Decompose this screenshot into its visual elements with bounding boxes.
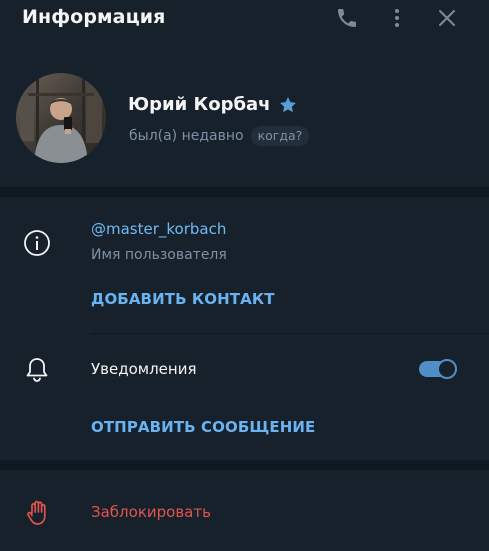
close-button[interactable] bbox=[433, 4, 461, 32]
username-link[interactable]: @master_korbach bbox=[91, 220, 226, 238]
header: Информация bbox=[0, 0, 489, 40]
send-message-button[interactable]: ОТПРАВИТЬ СООБЩЕНИЕ bbox=[91, 418, 315, 436]
username-caption: Имя пользователя bbox=[91, 247, 227, 263]
more-button[interactable] bbox=[383, 4, 411, 32]
block-button[interactable]: Заблокировать bbox=[91, 503, 211, 521]
phone-icon bbox=[338, 9, 356, 27]
star-icon bbox=[278, 95, 298, 115]
close-icon bbox=[439, 10, 455, 26]
more-vertical-icon bbox=[395, 9, 399, 27]
notifications-label: Уведомления bbox=[91, 360, 197, 378]
info-icon bbox=[22, 228, 52, 258]
section-separator bbox=[0, 460, 489, 470]
divider bbox=[91, 333, 489, 334]
avatar[interactable] bbox=[16, 73, 106, 163]
status-row: был(а) недавно когда? bbox=[129, 126, 310, 146]
profile-section: Юрий Корбач был(а) недавно когда? bbox=[0, 40, 489, 187]
add-contact-button[interactable]: ДОБАВИТЬ КОНТАКТ bbox=[91, 290, 275, 308]
last-seen-status: был(а) недавно bbox=[129, 128, 244, 144]
section-separator bbox=[0, 187, 489, 197]
bell-icon bbox=[24, 356, 50, 384]
toggle-knob bbox=[437, 359, 457, 379]
name-row: Юрий Корбач bbox=[128, 94, 298, 115]
profile-name: Юрий Корбач bbox=[128, 94, 271, 115]
page-title: Информация bbox=[22, 6, 166, 28]
notifications-toggle[interactable] bbox=[419, 359, 457, 379]
block-hand-icon bbox=[25, 499, 51, 527]
avatar-photo bbox=[16, 73, 106, 163]
when-button[interactable]: когда? bbox=[250, 126, 310, 146]
call-button[interactable] bbox=[333, 4, 361, 32]
